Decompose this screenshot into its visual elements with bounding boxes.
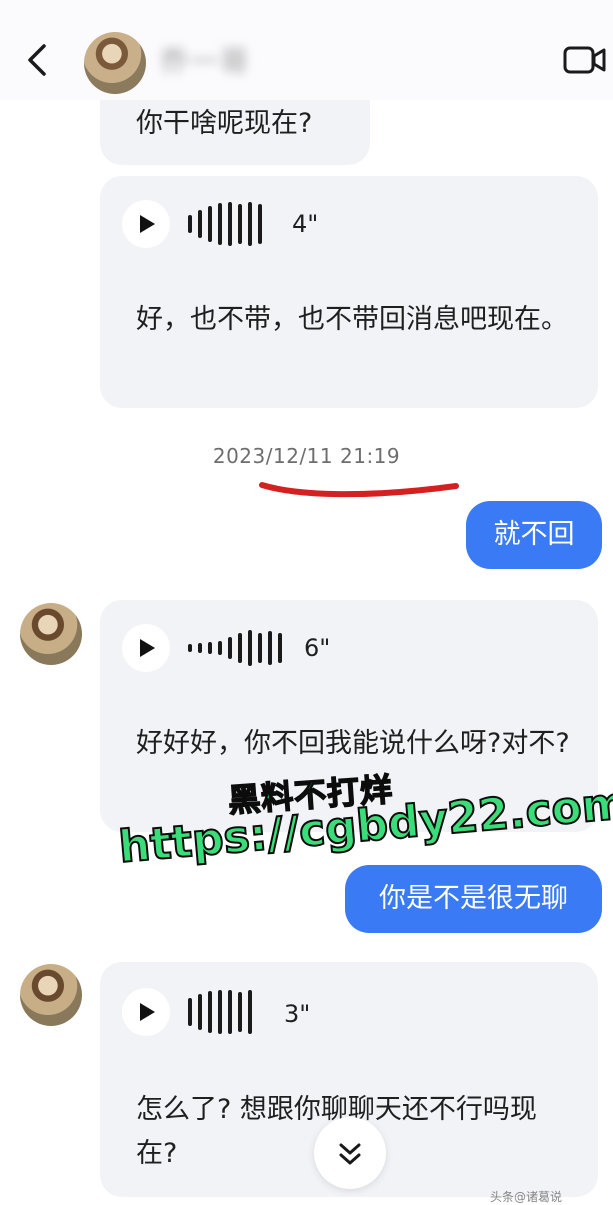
outgoing-message[interactable]: 你是不是很无聊 <box>345 865 602 933</box>
play-icon <box>140 639 155 657</box>
voice-transcript: 好，也不带，也不带回消息吧现在。 <box>136 304 568 335</box>
chevron-left-icon[interactable] <box>22 40 52 80</box>
chat-header: 乔一哥 <box>0 0 613 100</box>
play-button[interactable] <box>122 200 170 248</box>
contact-avatar[interactable] <box>20 964 82 1026</box>
voice-duration: 4" <box>292 210 319 238</box>
contact-name[interactable]: 乔一哥 <box>160 42 250 82</box>
play-icon <box>140 1003 155 1021</box>
message-text: 就不回 <box>493 519 575 550</box>
incoming-voice-message[interactable]: 4" 好，也不带，也不带回消息吧现在。 <box>100 176 598 408</box>
scroll-to-bottom-button[interactable] <box>314 1117 386 1189</box>
message-text: 你干啥呢现在? <box>136 108 313 139</box>
play-button[interactable] <box>122 988 170 1036</box>
video-camera-icon[interactable] <box>563 44 607 76</box>
outgoing-message[interactable]: 就不回 <box>466 501 602 569</box>
contact-avatar[interactable] <box>20 603 82 665</box>
voice-duration: 3" <box>284 1000 311 1028</box>
message-timestamp: 2023/12/11 21:19 <box>212 444 401 468</box>
source-watermark: 头条@诸葛说 <box>490 1190 563 1204</box>
contact-avatar[interactable] <box>84 32 146 94</box>
red-underline-annotation <box>259 482 459 498</box>
voice-waveform <box>188 201 262 247</box>
double-chevron-down-icon <box>339 1143 361 1165</box>
message-text: 你是不是很无聊 <box>379 883 568 914</box>
play-button[interactable] <box>122 624 170 672</box>
voice-waveform <box>188 625 282 671</box>
voice-waveform <box>188 989 252 1035</box>
voice-duration: 6" <box>304 634 331 662</box>
voice-transcript: 好好好，你不回我能说什么呀?对不? <box>136 728 570 759</box>
play-icon <box>140 215 155 233</box>
